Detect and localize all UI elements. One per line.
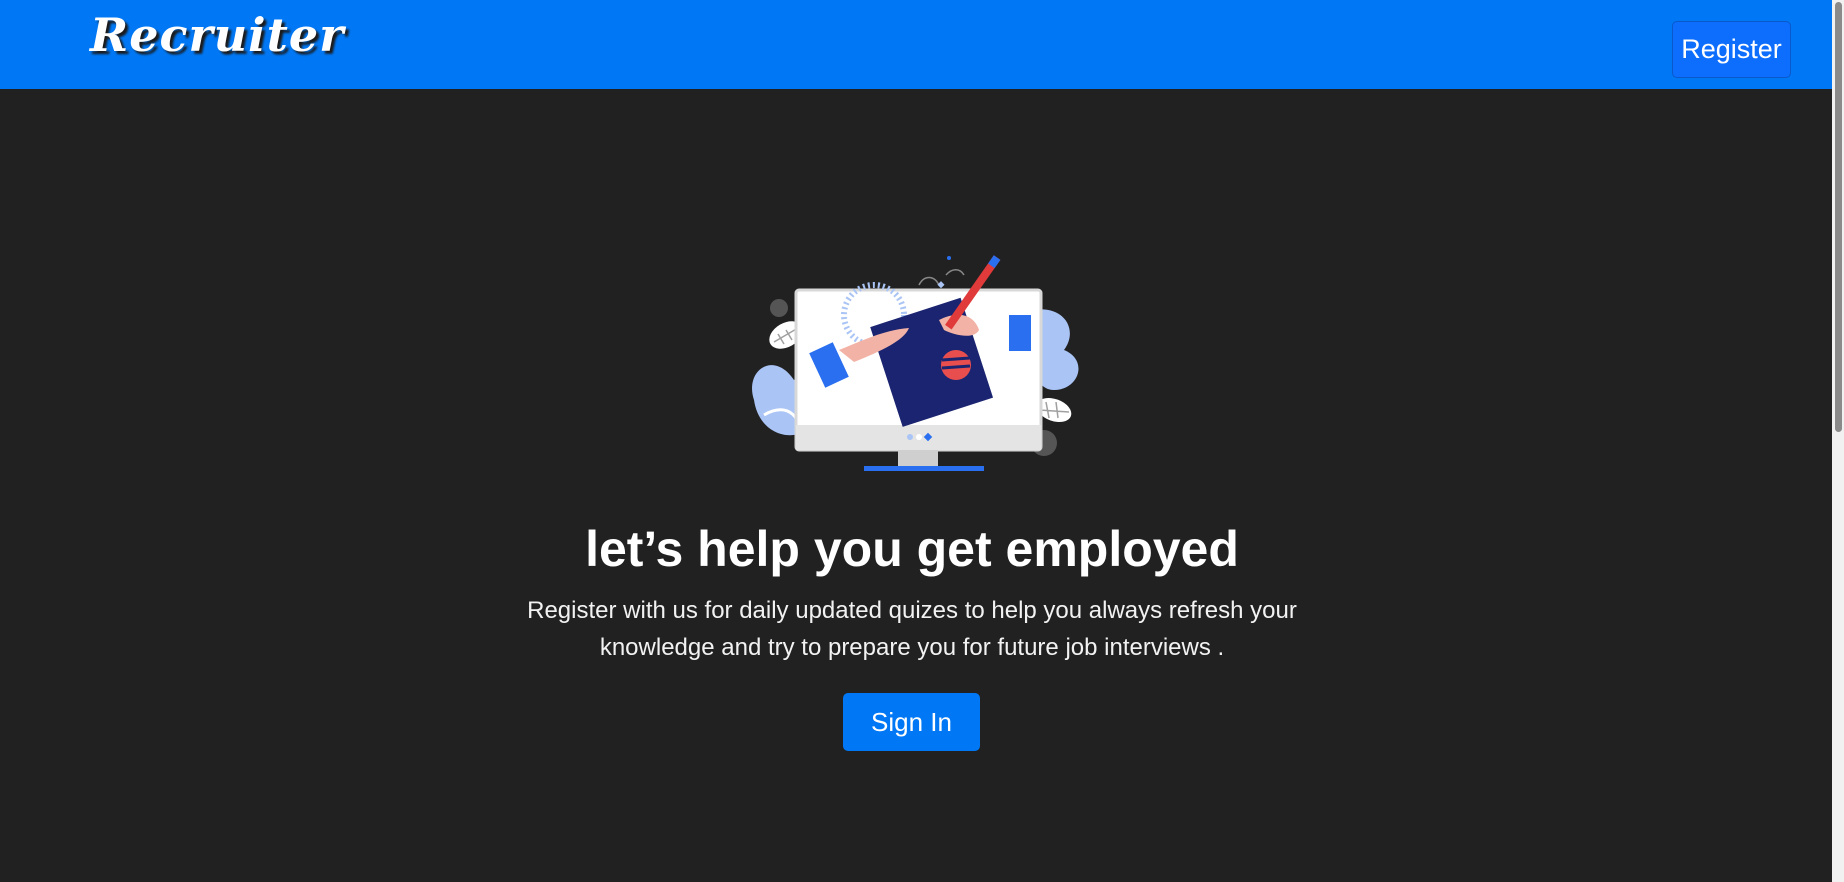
register-button[interactable]: Register <box>1672 21 1791 78</box>
hero-headline: let’s help you get employed <box>585 521 1239 577</box>
sign-in-button[interactable]: Sign In <box>843 693 980 751</box>
scrollbar-thumb[interactable] <box>1835 2 1842 432</box>
brand-logo[interactable]: Recruiter <box>90 8 344 62</box>
computer-writing-illustration <box>752 255 1079 471</box>
vertical-scrollbar[interactable] <box>1832 0 1844 882</box>
hero-tagline: Register with us for daily updated quize… <box>527 597 1297 661</box>
navbar: Recruiter Register <box>0 0 1832 89</box>
